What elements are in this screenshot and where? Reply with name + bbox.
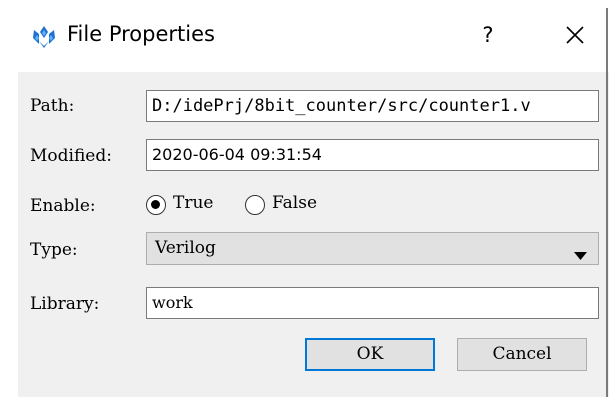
library-field[interactable]: work xyxy=(146,287,599,319)
ok-button[interactable]: OK xyxy=(305,338,435,371)
gowin-logo-icon xyxy=(30,24,58,50)
modified-label: Modified: xyxy=(30,146,112,166)
dialog-body: Path: D:/idePrj/8bit_counter/src/counter… xyxy=(18,72,609,397)
modified-field[interactable]: 2020-06-04 09:31:54 xyxy=(146,139,599,171)
dialog-left-margin xyxy=(0,72,18,397)
help-button[interactable]: ? xyxy=(468,18,508,52)
radio-unchecked-icon xyxy=(245,195,265,215)
enable-true-label: True xyxy=(173,193,214,213)
radio-checked-icon xyxy=(146,195,166,215)
path-label: Path: xyxy=(30,96,75,116)
dropdown-arrow-icon xyxy=(574,245,587,264)
cancel-button[interactable]: Cancel xyxy=(457,338,587,371)
close-button[interactable] xyxy=(555,18,595,52)
title-bar: File Properties ? xyxy=(0,0,609,72)
enable-false-label: False xyxy=(272,193,317,213)
window-edge xyxy=(606,8,608,397)
close-icon xyxy=(566,26,584,44)
enable-label: Enable: xyxy=(30,196,96,216)
type-dropdown-value: Verilog xyxy=(155,238,216,258)
path-field[interactable]: D:/idePrj/8bit_counter/src/counter1.v xyxy=(146,90,599,122)
window-title: File Properties xyxy=(67,22,215,46)
type-label: Type: xyxy=(30,240,78,260)
library-label: Library: xyxy=(30,294,100,314)
type-dropdown[interactable]: Verilog xyxy=(146,232,599,265)
